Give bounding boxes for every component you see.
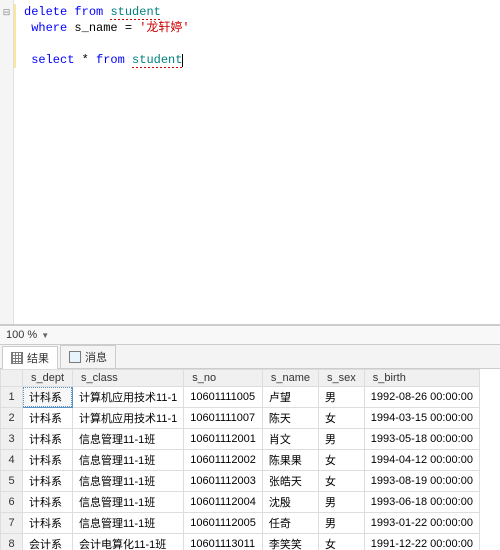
cell[interactable]: 1993-01-22 00:00:00 [364,513,479,534]
code-line[interactable]: where s_name = '龙轩婷' [18,20,500,36]
cell[interactable]: 1993-08-19 00:00:00 [364,471,479,492]
cell[interactable]: 信息管理11-1班 [73,471,184,492]
cell[interactable]: 10601112001 [184,429,263,450]
row-number[interactable]: 1 [1,387,23,408]
cell[interactable]: 计科系 [23,492,73,513]
cell[interactable]: 卢望 [262,387,318,408]
cell[interactable]: 信息管理11-1班 [73,492,184,513]
sql-code-area[interactable]: delete from student where s_name = '龙轩婷'… [14,0,500,324]
row-number[interactable]: 7 [1,513,23,534]
cell[interactable]: 男 [319,492,365,513]
cell[interactable]: 1994-04-12 00:00:00 [364,450,479,471]
cell[interactable]: 计科系 [23,450,73,471]
cell[interactable]: 1994-03-15 00:00:00 [364,408,479,429]
cell[interactable]: 陈果果 [262,450,318,471]
col-header[interactable]: s_birth [364,370,479,387]
cell[interactable]: 10601112005 [184,513,263,534]
row-number[interactable]: 2 [1,408,23,429]
cell[interactable]: 信息管理11-1班 [73,429,184,450]
cell[interactable]: 1992-08-26 00:00:00 [364,387,479,408]
col-header[interactable]: s_no [184,370,263,387]
cell[interactable]: 陈天 [262,408,318,429]
cell[interactable]: 男 [319,513,365,534]
cell[interactable]: 计科系 [23,471,73,492]
row-number[interactable]: 4 [1,450,23,471]
col-header[interactable]: s_class [73,370,184,387]
sql-editor-pane: ⊟ delete from student where s_name = '龙轩… [0,0,500,325]
cell[interactable]: 张皓天 [262,471,318,492]
zoom-bar: 100 % ▼ [0,325,500,345]
table-row[interactable]: 1计科系计算机应用技术11-110601111005卢望男1992-08-26 … [1,387,480,408]
cell[interactable]: 女 [319,471,365,492]
cell[interactable]: 任奇 [262,513,318,534]
cell[interactable]: 女 [319,534,365,550]
col-header[interactable]: s_sex [319,370,365,387]
results-table[interactable]: s_dept s_class s_no s_name s_sex s_birth… [0,369,480,550]
cell[interactable]: 信息管理11-1班 [73,450,184,471]
cell[interactable]: 信息管理11-1班 [73,513,184,534]
code-line[interactable] [18,36,500,52]
code-lines: delete from student where s_name = '龙轩婷'… [18,4,500,68]
change-marker [14,4,16,68]
cell[interactable]: 男 [319,429,365,450]
cell[interactable]: 计算机应用技术11-1 [73,408,184,429]
cell[interactable]: 计科系 [23,408,73,429]
cell[interactable]: 1993-06-18 00:00:00 [364,492,479,513]
cell[interactable]: 10601111007 [184,408,263,429]
tab-messages[interactable]: 消息 [60,345,116,368]
code-line[interactable]: select * from student [18,52,500,68]
cell[interactable]: 10601112004 [184,492,263,513]
cell[interactable]: 计算机应用技术11-1 [73,387,184,408]
tab-results[interactable]: 结果 [2,346,58,369]
cell[interactable]: 女 [319,450,365,471]
table-row[interactable]: 2计科系计算机应用技术11-110601111007陈天女1994-03-15 … [1,408,480,429]
table-row[interactable]: 3计科系信息管理11-1班10601112001肖文男1993-05-18 00… [1,429,480,450]
col-header[interactable]: s_dept [23,370,73,387]
row-number[interactable]: 8 [1,534,23,550]
tab-messages-label: 消息 [85,349,107,365]
cell[interactable]: 10601112003 [184,471,263,492]
cell[interactable]: 肖文 [262,429,318,450]
cell[interactable]: 10601113011 [184,534,263,550]
zoom-level: 100 % [6,329,37,341]
cell[interactable]: 1993-05-18 00:00:00 [364,429,479,450]
cell[interactable]: 10601111005 [184,387,263,408]
cell[interactable]: 10601112002 [184,450,263,471]
messages-icon [69,351,81,363]
grid-icon [11,352,23,364]
results-tabs: 结果 消息 [0,345,500,369]
results-grid-pane[interactable]: s_dept s_class s_no s_name s_sex s_birth… [0,369,500,550]
cell[interactable]: 男 [319,387,365,408]
code-line[interactable]: delete from student [18,4,500,20]
cell[interactable]: 1991-12-22 00:00:00 [364,534,479,550]
cell[interactable]: 沈殷 [262,492,318,513]
cell[interactable]: 女 [319,408,365,429]
table-row[interactable]: 6计科系信息管理11-1班10601112004沈殷男1993-06-18 00… [1,492,480,513]
cell[interactable]: 计科系 [23,513,73,534]
row-number[interactable]: 5 [1,471,23,492]
row-number[interactable]: 6 [1,492,23,513]
cell[interactable]: 会计系 [23,534,73,550]
col-header[interactable]: s_name [262,370,318,387]
code-outline-gutter[interactable]: ⊟ [0,0,14,324]
header-row: s_dept s_class s_no s_name s_sex s_birth [1,370,480,387]
corner-cell [1,370,23,387]
table-row[interactable]: 8会计系会计电算化11-1班10601113011李笑笑女1991-12-22 … [1,534,480,550]
cell[interactable]: 李笑笑 [262,534,318,550]
collapse-icon[interactable]: ⊟ [3,7,11,17]
cell[interactable]: 会计电算化11-1班 [73,534,184,550]
tab-results-label: 结果 [27,350,49,366]
table-row[interactable]: 7计科系信息管理11-1班10601112005任奇男1993-01-22 00… [1,513,480,534]
row-number[interactable]: 3 [1,429,23,450]
table-row[interactable]: 5计科系信息管理11-1班10601112003张皓天女1993-08-19 0… [1,471,480,492]
zoom-dropdown-icon[interactable]: ▼ [41,331,49,340]
cell[interactable]: 计科系 [23,387,73,408]
table-row[interactable]: 4计科系信息管理11-1班10601112002陈果果女1994-04-12 0… [1,450,480,471]
cell[interactable]: 计科系 [23,429,73,450]
